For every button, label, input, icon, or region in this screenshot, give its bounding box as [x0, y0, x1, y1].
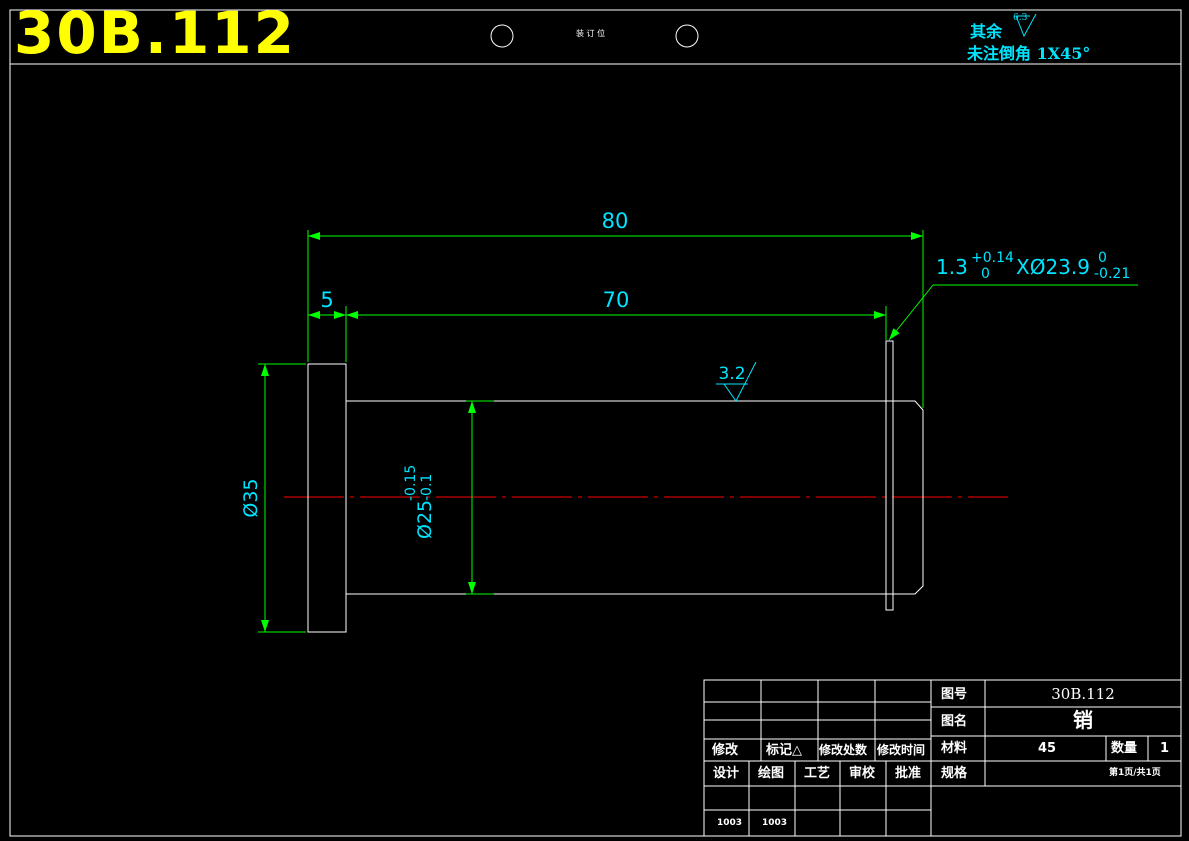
chamfer-note: 未注倒角 1X45° — [967, 44, 1091, 63]
groove-base-text: 1.3 — [936, 255, 968, 279]
sign-label-4: 批准 — [895, 766, 922, 781]
groove — [885, 340, 894, 611]
dim-25-tol-lower: -0.1 — [419, 474, 435, 501]
name-value: 销 — [1073, 708, 1093, 732]
roughness-shaft-text: 3.2 — [718, 364, 745, 384]
sheet-info: 第1页/共1页 — [1109, 768, 1161, 778]
dim-35-text: Ø35 — [240, 478, 262, 517]
rev-label-3: 修改时间 — [877, 743, 926, 757]
groove-dia-text: XØ23.9 — [1016, 255, 1090, 279]
dim-80-text: 80 — [602, 209, 629, 233]
sign-label-0: 设计 — [713, 766, 740, 781]
binding-hole-right — [675, 24, 699, 48]
title-block — [703, 679, 1182, 837]
dim-70-text: 70 — [603, 288, 630, 312]
rest-label: 其余 — [970, 22, 1003, 41]
rev-label-1: 标记△ — [766, 743, 802, 758]
groove-w-lower: 0 — [981, 266, 990, 282]
rev-label-0: 修改 — [712, 743, 739, 758]
rest-roughness: 6.3 — [1013, 13, 1028, 23]
binding-hole-left — [490, 24, 514, 48]
part-outline — [307, 340, 924, 633]
groove-leader — [888, 284, 934, 341]
drawing-no-label: 图号 — [941, 687, 968, 702]
sign-label-2: 工艺 — [804, 766, 831, 781]
material-label: 材料 — [941, 741, 968, 756]
groove-d-lower: -0.21 — [1094, 266, 1130, 282]
qty-value: 1 — [1160, 741, 1170, 756]
material-value: 45 — [1038, 741, 1057, 756]
sign-date-1: 1003 — [762, 818, 788, 828]
sign-label-3: 审校 — [849, 766, 876, 781]
dimension-lines — [258, 230, 1138, 633]
sign-label-1: 绘图 — [758, 766, 785, 781]
dim-25-text: Ø25 — [414, 500, 436, 539]
groove-d-upper: 0 — [1098, 250, 1107, 266]
sign-date-0: 1003 — [717, 818, 743, 828]
qty-label: 数量 — [1111, 741, 1138, 756]
dim-25-tol-upper: -0.15 — [403, 465, 419, 501]
spec-label: 规格 — [941, 766, 968, 781]
name-label: 图名 — [941, 714, 968, 729]
dim-5-text: 5 — [320, 288, 333, 312]
rev-label-2: 修改处数 — [819, 743, 868, 757]
drawing-no-value: 30B.112 — [1051, 685, 1115, 703]
binding-label: 装 订 位 — [576, 29, 606, 38]
flange — [307, 363, 347, 633]
groove-w-upper: +0.14 — [971, 250, 1014, 266]
drawing-code-header: 30B.112 — [14, 0, 297, 67]
